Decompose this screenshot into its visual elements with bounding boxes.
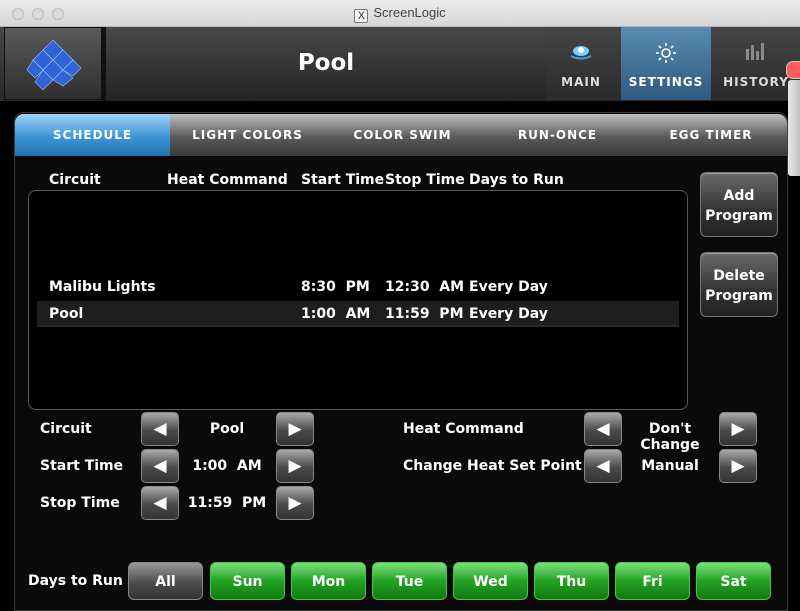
- day-all-button[interactable]: All: [128, 562, 203, 600]
- day-sat-button[interactable]: Sat: [696, 562, 771, 600]
- delete-program-label-line2: Program: [705, 288, 773, 304]
- x11-icon: X: [354, 9, 369, 23]
- heat-command-next-button[interactable]: ▶: [719, 412, 757, 446]
- settings-tabs: SCHEDULE LIGHT COLORS COLOR SWIM RUN-ONC…: [15, 114, 787, 156]
- chevron-left-icon: ◀: [596, 419, 610, 439]
- schedule-row[interactable]: Malibu Lights 8:30 PM 12:30 AM Every Day: [37, 274, 679, 300]
- stop-time-label: Stop Time: [40, 495, 120, 511]
- row-start: 1:00 AM: [301, 306, 371, 322]
- window-titlebar: X ScreenLogic: [0, 0, 800, 27]
- tab-run-once[interactable]: RUN-ONCE: [480, 114, 635, 156]
- chevron-right-icon: ▶: [288, 493, 302, 513]
- heat-setpoint-next-button[interactable]: ▶: [719, 449, 757, 483]
- chevron-right-icon: ▶: [731, 456, 745, 476]
- row-stop: 12:30 AM: [385, 279, 465, 295]
- column-header-start-time: Start Time: [301, 172, 385, 188]
- start-time-value: 1:00 AM: [192, 458, 262, 474]
- stop-time-value: 11:59 PM: [187, 495, 267, 511]
- window-title-text: ScreenLogic: [373, 5, 446, 20]
- window-title: X ScreenLogic: [0, 5, 800, 23]
- pentair-logo-icon: [26, 39, 82, 91]
- heat-setpoint-prev-button[interactable]: ◀: [584, 449, 622, 483]
- day-sun-button[interactable]: Sun: [210, 562, 285, 600]
- page-title: Pool: [106, 27, 546, 100]
- logo: [4, 27, 102, 100]
- day-tue-button[interactable]: Tue: [372, 562, 447, 600]
- heat-command-prev-button[interactable]: ◀: [584, 412, 622, 446]
- app-header: Pool MAIN SETTINGS HISTORY: [0, 27, 800, 101]
- side-scroll-strip[interactable]: [788, 80, 800, 176]
- chevron-right-icon: ▶: [288, 419, 302, 439]
- column-header-stop-time: Stop Time: [385, 172, 465, 188]
- day-mon-button[interactable]: Mon: [291, 562, 366, 600]
- bar-chart-icon: [712, 41, 800, 66]
- gear-icon: [621, 41, 711, 70]
- circuit-label: Circuit: [40, 421, 92, 437]
- heat-command-label: Heat Command: [403, 421, 524, 437]
- tab-egg-timer[interactable]: EGG TIMER: [635, 114, 787, 156]
- chevron-left-icon: ◀: [596, 456, 610, 476]
- add-program-button[interactable]: Add Program: [700, 172, 778, 237]
- nav-main-button[interactable]: MAIN: [542, 27, 620, 100]
- row-circuit: Pool: [49, 306, 84, 322]
- column-header-circuit: Circuit: [49, 172, 101, 188]
- nav-main-label: MAIN: [561, 75, 601, 89]
- column-header-heat-command: Heat Command: [167, 172, 288, 188]
- start-time-next-button[interactable]: ▶: [276, 449, 314, 483]
- row-start: 8:30 PM: [301, 279, 370, 295]
- chevron-right-icon: ▶: [288, 456, 302, 476]
- start-time-prev-button[interactable]: ◀: [141, 449, 179, 483]
- stop-time-next-button[interactable]: ▶: [276, 486, 314, 520]
- circuit-prev-button[interactable]: ◀: [141, 412, 179, 446]
- chevron-right-icon: ▶: [731, 419, 745, 439]
- heat-setpoint-value: Manual: [641, 458, 699, 474]
- nav-settings-button[interactable]: SETTINGS: [621, 27, 711, 100]
- circuit-value: Pool: [209, 421, 245, 437]
- nav-settings-label: SETTINGS: [628, 75, 704, 89]
- add-program-label-line2: Program: [705, 208, 773, 224]
- row-stop: 11:59 PM: [385, 306, 464, 322]
- pool-light-icon: [542, 41, 620, 66]
- start-time-label: Start Time: [40, 458, 124, 474]
- tab-light-colors[interactable]: LIGHT COLORS: [170, 114, 325, 156]
- side-close-tab[interactable]: [786, 61, 800, 79]
- add-program-label-line1: Add: [723, 188, 755, 204]
- day-wed-button[interactable]: Wed: [453, 562, 528, 600]
- chevron-left-icon: ◀: [153, 419, 167, 439]
- heat-setpoint-label: Change Heat Set Point: [403, 458, 582, 474]
- circuit-next-button[interactable]: ▶: [276, 412, 314, 446]
- day-fri-button[interactable]: Fri: [615, 562, 690, 600]
- stop-time-prev-button[interactable]: ◀: [141, 486, 179, 520]
- chevron-left-icon: ◀: [153, 456, 167, 476]
- nav-history-label: HISTORY: [723, 75, 789, 89]
- tab-color-swim[interactable]: COLOR SWIM: [325, 114, 480, 156]
- column-header-days-to-run: Days to Run: [469, 172, 564, 188]
- chevron-left-icon: ◀: [153, 493, 167, 513]
- row-days: Every Day: [469, 279, 548, 295]
- schedule-row-selected[interactable]: Pool 1:00 AM 11:59 PM Every Day: [37, 301, 679, 327]
- days-to-run-label: Days to Run: [28, 573, 123, 589]
- row-circuit: Malibu Lights: [49, 279, 156, 295]
- delete-program-button[interactable]: Delete Program: [700, 252, 778, 317]
- row-days: Every Day: [469, 306, 548, 322]
- tab-schedule[interactable]: SCHEDULE: [15, 114, 170, 156]
- schedule-list[interactable]: Malibu Lights 8:30 PM 12:30 AM Every Day…: [28, 190, 688, 410]
- delete-program-label-line1: Delete: [713, 268, 765, 284]
- day-thu-button[interactable]: Thu: [534, 562, 609, 600]
- heat-command-value: Don't Change: [640, 421, 700, 453]
